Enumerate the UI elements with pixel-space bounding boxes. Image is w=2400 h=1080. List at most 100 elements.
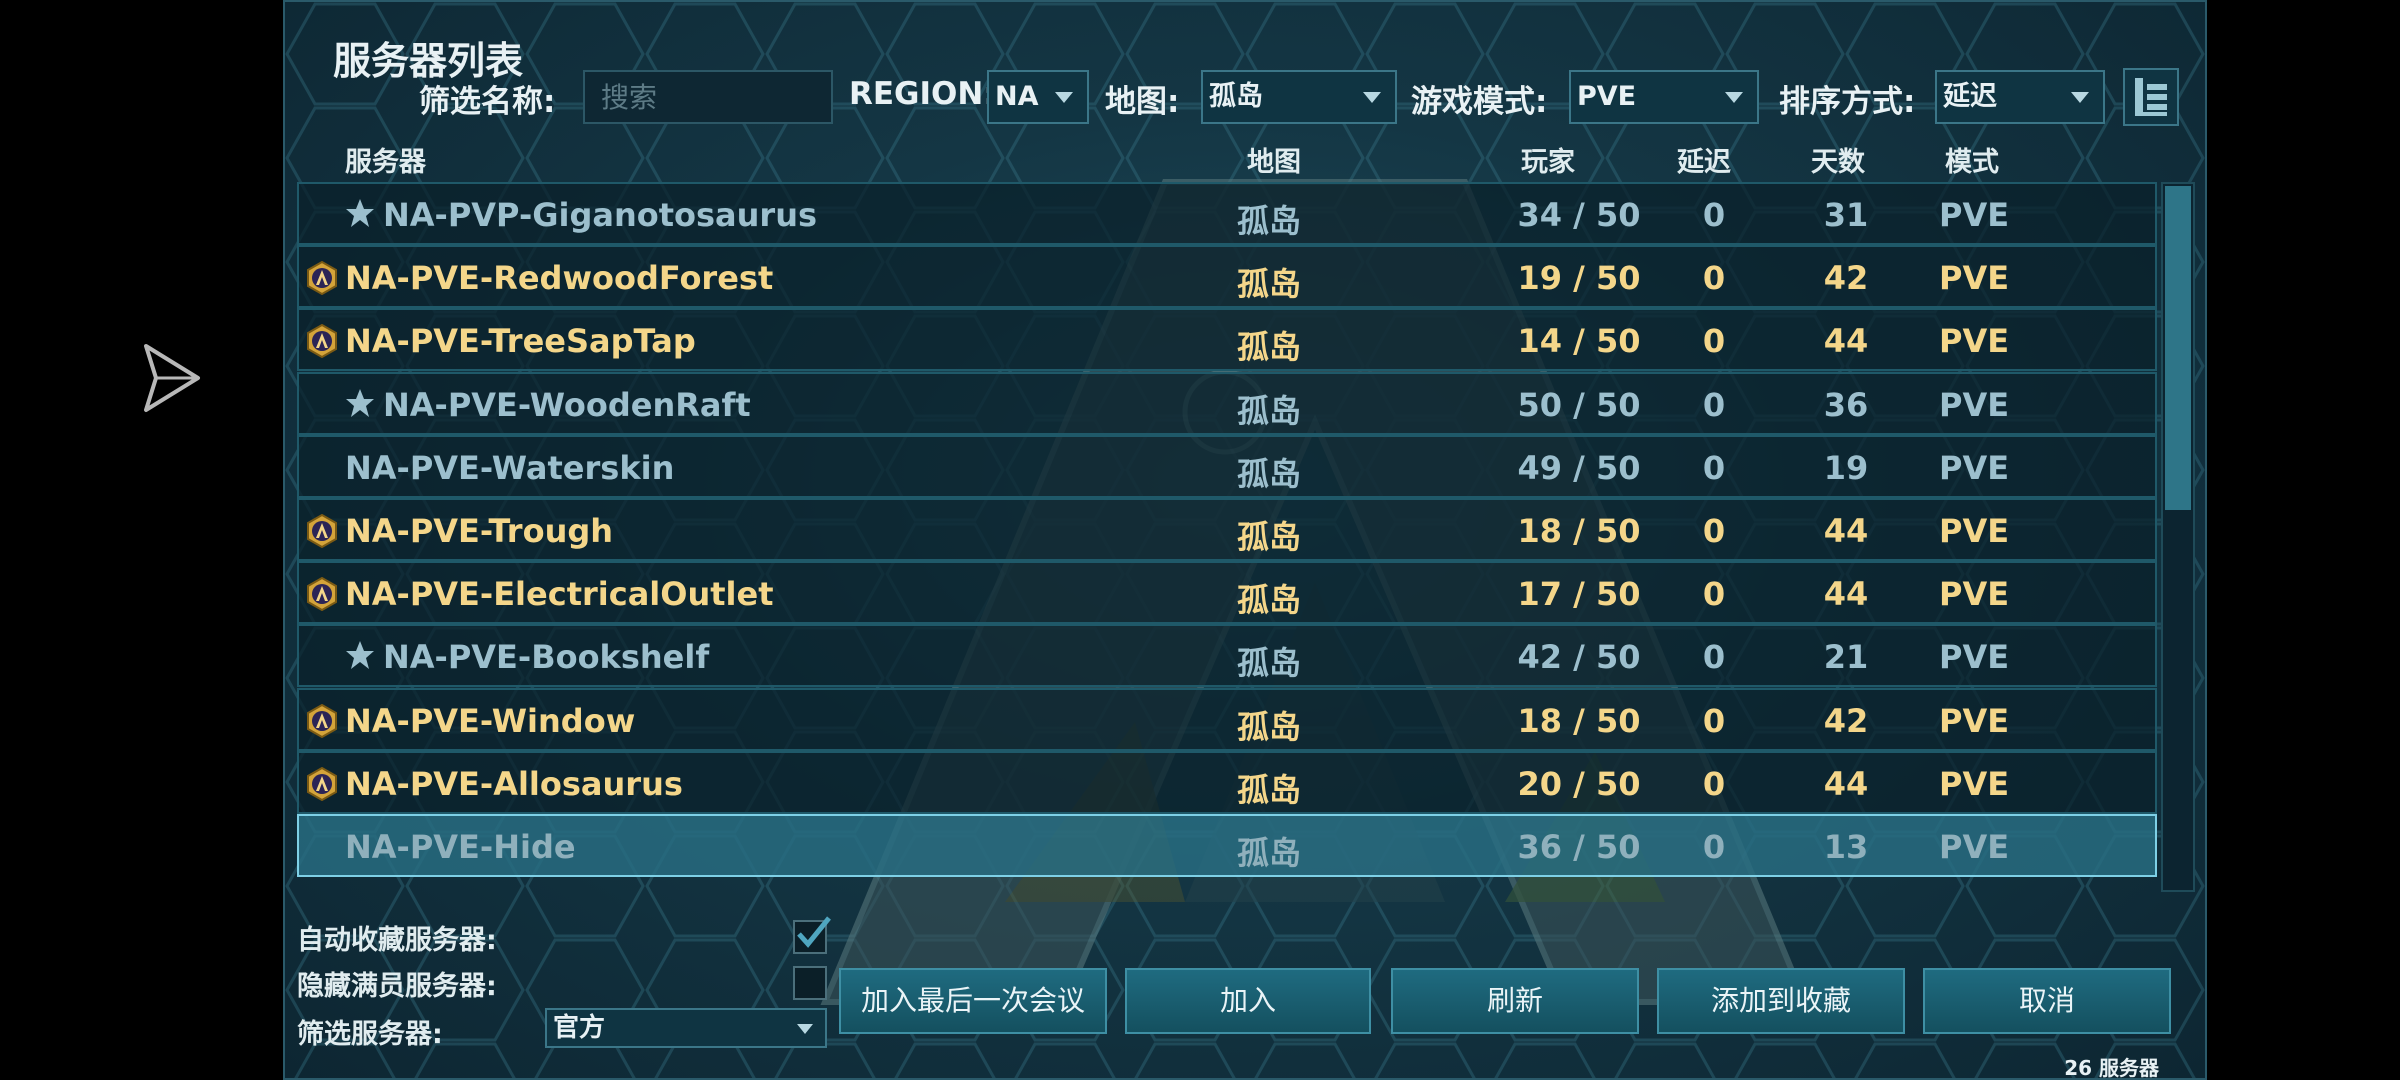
- cancel-button[interactable]: 取消: [1923, 968, 2171, 1034]
- server-mode: PVE: [1939, 638, 2010, 677]
- hide-full-checkbox[interactable]: [793, 966, 827, 1000]
- column-header-server[interactable]: 服务器: [345, 140, 426, 179]
- server-row[interactable]: NA-PVE-Allosaurus 孤岛 20 / 50 0 44 PVE: [297, 750, 2157, 814]
- server-players: 34 / 50: [1517, 196, 1641, 234]
- server-name: NA-PVE-Hide: [345, 828, 576, 866]
- server-row[interactable]: NA-PVE-TreeSapTap 孤岛 14 / 50 0 44 PVE: [297, 308, 2157, 372]
- server-players: 18 / 50: [1517, 701, 1641, 740]
- chevron-down-icon: [797, 1024, 813, 1034]
- server-row[interactable]: NA-PVE-Waterskin 孤岛 49 / 50 0 19 PVE: [297, 434, 2157, 498]
- server-days: 36: [1823, 385, 1869, 424]
- server-ping: 0: [1702, 828, 1726, 866]
- server-row[interactable]: NA-PVE-WoodenRaft 孤岛 50 / 50 0 36 PVE: [297, 371, 2157, 435]
- column-header-mode[interactable]: 模式: [1945, 140, 1999, 179]
- server-players: 49 / 50: [1517, 448, 1641, 487]
- server-map: 孤岛: [1237, 644, 1302, 683]
- server-ping: 0: [1702, 764, 1726, 803]
- server-source-dropdown[interactable]: 官方: [545, 1008, 827, 1048]
- hide-full-label: 隐藏满员服务器:: [297, 971, 497, 1002]
- server-row[interactable]: NA-PVE-RedwoodForest 孤岛 19 / 50 0 42 PVE: [297, 245, 2157, 309]
- server-source-value: 官方: [553, 1013, 606, 1043]
- server-map: 孤岛: [1237, 770, 1302, 809]
- server-count: 26 服务器: [2064, 1056, 2159, 1080]
- name-filter-label: 筛选名称:: [419, 84, 556, 120]
- server-name: NA-PVE-ElectricalOutlet: [345, 575, 774, 614]
- server-map: 孤岛: [1237, 518, 1302, 556]
- server-days: 21: [1823, 638, 1869, 677]
- list-scrollbar[interactable]: [2161, 182, 2195, 892]
- server-map: 孤岛: [1237, 454, 1302, 493]
- star-icon: [346, 199, 374, 227]
- server-name: NA-PVE-Bookshelf: [383, 638, 710, 677]
- sort-dropdown[interactable]: 延迟: [1935, 70, 2105, 124]
- join-last-session-button[interactable]: 加入最后一次会议: [839, 968, 1107, 1034]
- server-ping: 0: [1702, 196, 1726, 234]
- server-name: NA-PVE-Allosaurus: [345, 764, 683, 803]
- server-row[interactable]: NA-PVE-Hide 孤岛 36 / 50 0 13 PVE: [297, 814, 2157, 877]
- scrollbar-thumb[interactable]: [2165, 186, 2191, 510]
- auto-favorite-label: 自动收藏服务器:: [297, 925, 497, 956]
- server-mode: PVE: [1939, 575, 2010, 614]
- map-dropdown[interactable]: 孤岛: [1201, 70, 1397, 124]
- star-icon: [346, 388, 374, 417]
- server-ping: 0: [1702, 575, 1726, 614]
- column-header-days[interactable]: 天数: [1811, 140, 1865, 179]
- server-days: 44: [1823, 575, 1869, 614]
- server-players: 20 / 50: [1517, 764, 1641, 803]
- server-row[interactable]: NA-PVE-Bookshelf 孤岛 42 / 50 0 21 PVE: [297, 624, 2157, 688]
- send-arrow-cursor-icon: [144, 344, 200, 412]
- column-header-map[interactable]: 地图: [1247, 140, 1301, 179]
- column-header-ping[interactable]: 延迟: [1677, 140, 1731, 179]
- map-label: 地图:: [1105, 84, 1180, 120]
- server-map: 孤岛: [1237, 202, 1302, 240]
- region-value: NA: [995, 81, 1039, 112]
- server-ping: 0: [1702, 322, 1726, 361]
- server-days: 31: [1823, 196, 1869, 234]
- filter-servers-label: 筛选服务器:: [297, 1019, 443, 1050]
- sort-value: 延迟: [1943, 81, 1997, 112]
- sort-label: 排序方式:: [1779, 84, 1916, 120]
- refresh-button[interactable]: 刷新: [1391, 968, 1639, 1034]
- server-row[interactable]: NA-PVP-Giganotosaurus 孤岛 34 / 50 0 31 PVE: [297, 182, 2157, 245]
- server-days: 44: [1823, 322, 1869, 361]
- column-header-players[interactable]: 玩家: [1521, 140, 1575, 179]
- auto-favorite-checkbox[interactable]: [793, 916, 831, 954]
- game-mode-dropdown[interactable]: PVE: [1569, 70, 1759, 124]
- map-value: 孤岛: [1209, 81, 1263, 112]
- server-players: 14 / 50: [1517, 322, 1641, 361]
- server-browser-panel: 服务器列表 筛选名称: REGION: NA 地图: 孤岛 游戏模式: PVE …: [283, 0, 2207, 1080]
- server-players: 19 / 50: [1517, 259, 1641, 298]
- chevron-down-icon: [1725, 92, 1743, 103]
- server-days: 44: [1823, 512, 1869, 550]
- server-name: NA-PVE-Window: [345, 701, 636, 740]
- official-badge-icon: [307, 577, 337, 612]
- server-mode: PVE: [1939, 512, 2010, 550]
- list-view-toggle-button[interactable]: [2123, 68, 2179, 126]
- server-players: 17 / 50: [1517, 575, 1641, 614]
- server-ping: 0: [1702, 259, 1726, 298]
- star-icon: [346, 641, 374, 670]
- server-mode: PVE: [1939, 322, 2010, 361]
- server-name: NA-PVE-Waterskin: [345, 448, 675, 487]
- server-days: 44: [1823, 764, 1869, 803]
- server-row[interactable]: NA-PVE-Trough 孤岛 18 / 50 0 44 PVE: [297, 498, 2157, 561]
- server-mode: PVE: [1939, 701, 2010, 740]
- region-dropdown[interactable]: NA: [987, 70, 1089, 124]
- add-to-favorites-button[interactable]: 添加到收藏: [1657, 968, 1905, 1034]
- server-map: 孤岛: [1237, 707, 1302, 746]
- server-ping: 0: [1702, 701, 1726, 740]
- join-button[interactable]: 加入: [1125, 968, 1371, 1034]
- search-input[interactable]: [583, 70, 833, 124]
- server-mode: PVE: [1939, 196, 2010, 234]
- server-mode: PVE: [1939, 828, 2010, 866]
- server-row[interactable]: NA-PVE-Window 孤岛 18 / 50 0 42 PVE: [297, 687, 2157, 751]
- server-map: 孤岛: [1237, 834, 1302, 872]
- server-ping: 0: [1702, 448, 1726, 487]
- game-mode-label: 游戏模式:: [1411, 84, 1548, 120]
- server-name: NA-PVE-TreeSapTap: [345, 322, 696, 361]
- server-row[interactable]: NA-PVE-ElectricalOutlet 孤岛 17 / 50 0 44 PVE: [297, 561, 2157, 625]
- server-name: NA-PVE-Trough: [345, 512, 614, 550]
- server-players: 36 / 50: [1517, 828, 1641, 866]
- official-badge-icon: [307, 324, 337, 359]
- checkmark-icon: [797, 916, 831, 948]
